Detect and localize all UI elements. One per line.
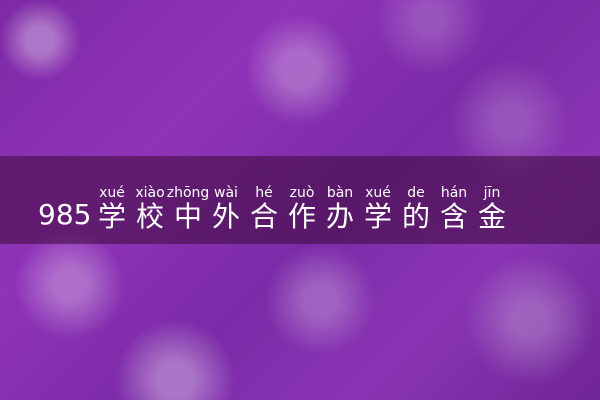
character-cell-4: wài 外	[207, 184, 245, 231]
headline-number: 985	[38, 198, 92, 231]
headline-characters: xué 学 xiào 校 zhōng 中 wài 外 hé 合 zuò 作 bà…	[93, 184, 511, 231]
hanzi-4: 外	[211, 200, 240, 233]
hanzi-2: 校	[135, 200, 164, 233]
character-cell-5: hé 合	[245, 184, 283, 231]
character-cell-6: zuò 作	[283, 184, 321, 231]
hanzi-1: 学	[97, 200, 126, 233]
character-cell-9: de 的	[397, 184, 435, 231]
hanzi-6: 作	[287, 200, 316, 233]
character-cell-8: xué 学	[359, 184, 397, 231]
hanzi-11: 金	[477, 200, 506, 233]
headline: 985 xué 学 xiào 校 zhōng 中 wài 外 hé 合 zuò …	[38, 184, 578, 254]
character-cell-11: jīn 金	[473, 184, 511, 231]
hanzi-9: 的	[401, 200, 430, 233]
character-cell-1: xué 学	[93, 184, 131, 231]
hanzi-8: 学	[363, 200, 392, 233]
hanzi-5: 合	[249, 200, 278, 233]
hanzi-7: 办	[325, 200, 354, 233]
character-cell-3: zhōng 中	[167, 184, 210, 233]
character-cell-7: bàn 办	[321, 184, 359, 231]
hanzi-10: 含	[439, 200, 468, 233]
character-cell-10: hán 含	[435, 184, 473, 231]
character-cell-2: xiào 校	[131, 184, 169, 231]
hanzi-3: 中	[173, 200, 202, 233]
